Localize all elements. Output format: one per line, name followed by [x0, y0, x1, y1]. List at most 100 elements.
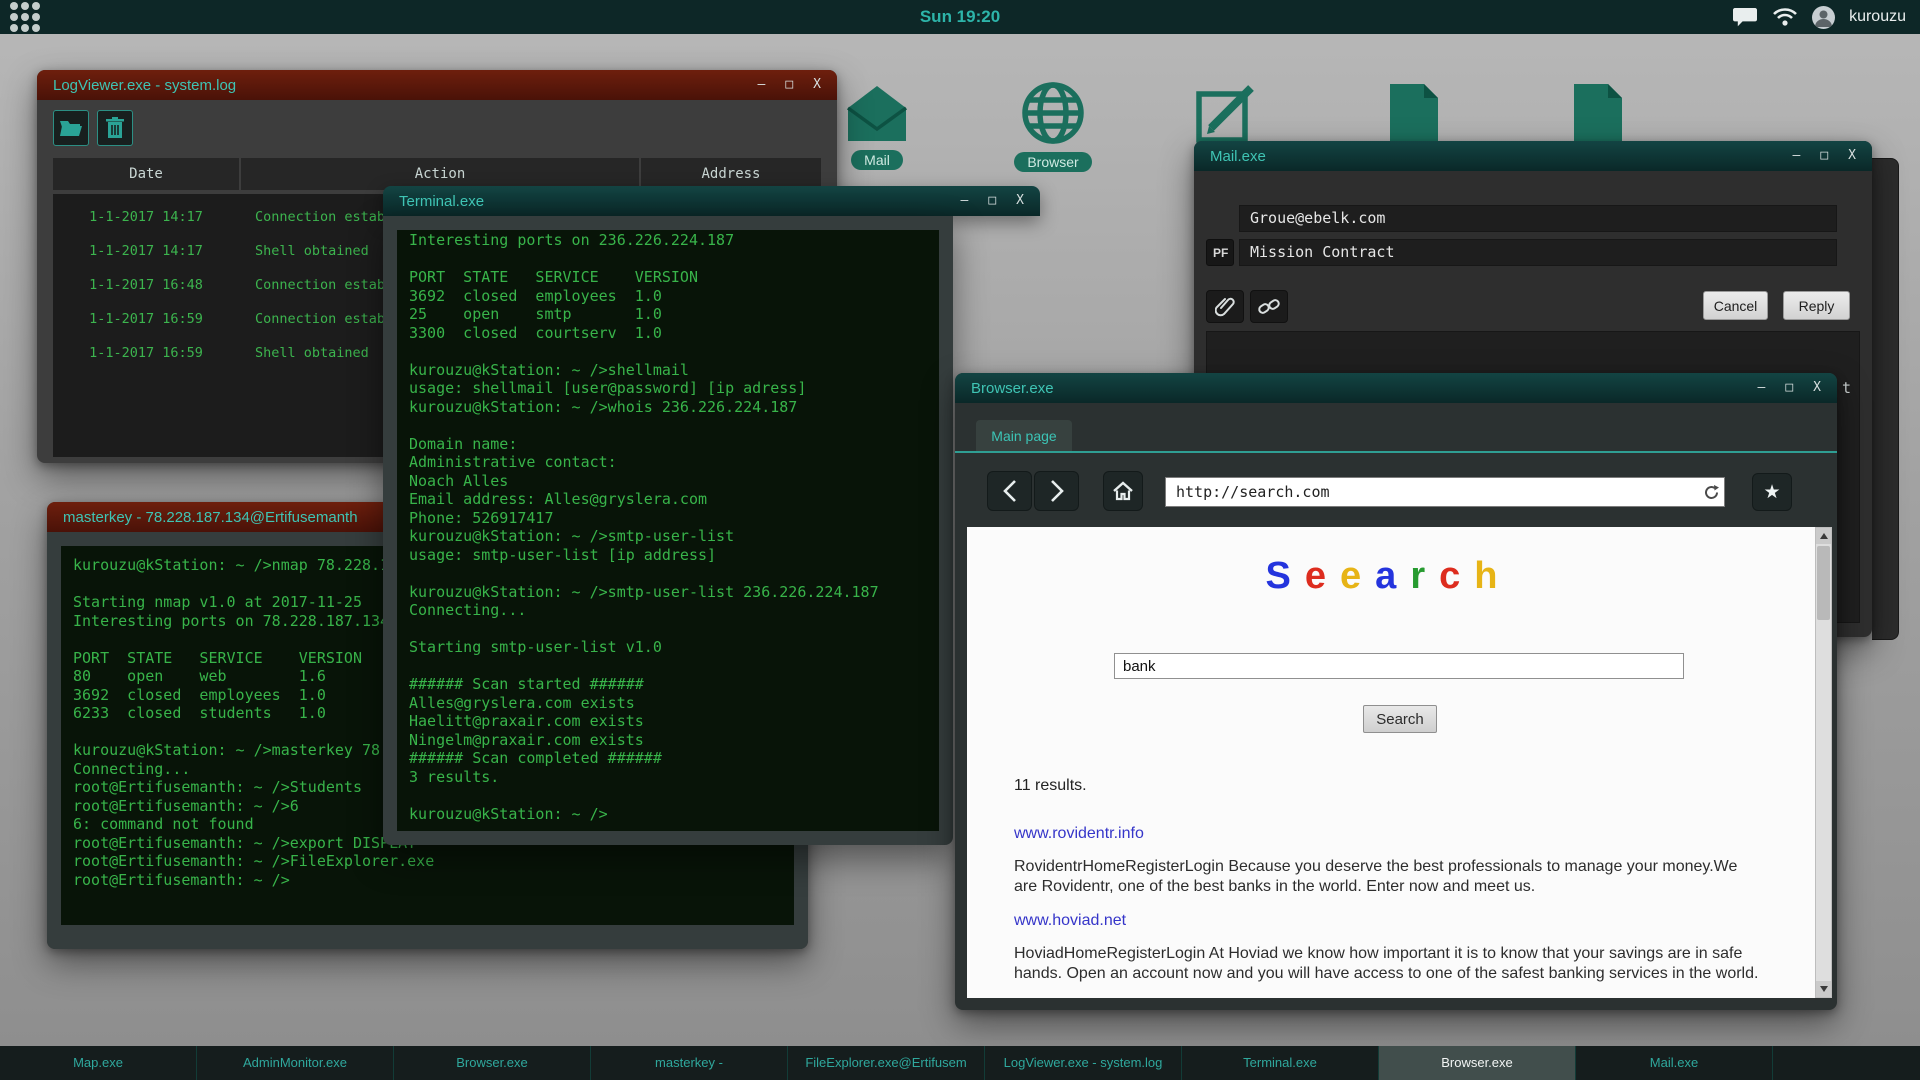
taskbar-item[interactable]: Browser.exe — [394, 1046, 591, 1080]
logo-letter: a — [1375, 555, 1398, 597]
attach-file-button[interactable] — [1206, 290, 1244, 323]
browser-window: Browser.exe – □ X Main page — [955, 373, 1837, 1010]
document-icon — [1388, 84, 1440, 144]
browser-page: Seearch Search 11 results. www.rovidentr… — [967, 527, 1815, 998]
minimize-button[interactable]: – — [1758, 373, 1766, 403]
pf-button[interactable]: PF — [1206, 239, 1234, 266]
mail-body-clipped-text: t — [1842, 379, 1851, 397]
minimize-button[interactable]: – — [961, 186, 969, 216]
address-bar — [1165, 477, 1725, 507]
taskbar-item[interactable]: masterkey - — [591, 1046, 788, 1080]
paperclip-icon — [1215, 296, 1235, 318]
terminal-window: Terminal.exe – □ X Interesting ports on … — [383, 186, 1040, 845]
log-action: Connection estab — [255, 268, 385, 302]
reload-icon[interactable] — [1698, 484, 1724, 501]
result-description: HoviadHomeRegisterLogin At Hoviad we kno… — [1014, 944, 1759, 983]
maximize-button[interactable]: □ — [988, 186, 996, 216]
close-button[interactable]: X — [1016, 186, 1024, 216]
home-button[interactable] — [1103, 471, 1143, 511]
column-header-date[interactable]: Date — [53, 158, 239, 190]
search-button[interactable]: Search — [1363, 705, 1437, 733]
search-input[interactable] — [1114, 653, 1684, 679]
background-window-edge[interactable] — [1872, 158, 1899, 640]
chevron-right-icon — [1048, 479, 1066, 503]
home-icon — [1112, 481, 1134, 501]
browser-toolbar: ★ — [955, 453, 1837, 527]
page-scrollbar[interactable] — [1815, 527, 1832, 998]
wifi-icon[interactable] — [1772, 7, 1798, 27]
minimize-button[interactable]: – — [758, 70, 766, 100]
results-count: 11 results. — [1014, 777, 1087, 795]
terminal-line: usage: smtp-user-list [ip address] — [409, 546, 927, 565]
close-button[interactable]: X — [1848, 141, 1856, 171]
taskbar-item[interactable]: Map.exe — [0, 1046, 197, 1080]
clock: Sun 19:20 — [0, 7, 1920, 27]
taskbar-item[interactable]: LogViewer.exe - system.log — [985, 1046, 1182, 1080]
log-action: Connection estab — [255, 200, 385, 234]
scroll-up-arrow[interactable] — [1816, 528, 1831, 544]
terminal-screen[interactable]: Interesting ports on 236.226.224.187 POR… — [397, 230, 939, 831]
maximize-button[interactable]: □ — [1785, 373, 1793, 403]
window-title: Mail.exe — [1210, 148, 1266, 165]
taskbar-item[interactable]: AdminMonitor.exe — [197, 1046, 394, 1080]
terminal-line: 3 results. — [409, 768, 927, 787]
close-button[interactable]: X — [1813, 373, 1821, 403]
taskbar-item[interactable]: Browser.exe — [1379, 1046, 1576, 1080]
log-date: 1-1-2017 14:17 — [53, 234, 239, 268]
terminal-line: Domain name: — [409, 435, 927, 454]
mail-subject-field[interactable]: Mission Contract — [1239, 239, 1837, 266]
taskbar-item[interactable]: Terminal.exe — [1182, 1046, 1379, 1080]
browser-titlebar[interactable]: Browser.exe – □ X — [955, 373, 1837, 403]
terminal-line — [409, 416, 927, 435]
delete-log-button[interactable] — [97, 110, 133, 146]
open-log-button[interactable] — [53, 110, 89, 146]
scroll-down-arrow[interactable] — [1816, 981, 1831, 997]
log-action: Shell obtained — [255, 336, 369, 370]
bookmark-button[interactable]: ★ — [1752, 473, 1792, 511]
window-title: LogViewer.exe - system.log — [53, 77, 236, 94]
window-title: masterkey - 78.228.187.134@Ertifusemanth — [63, 509, 358, 526]
scrollbar-thumb[interactable] — [1817, 546, 1830, 620]
attach-link-button[interactable] — [1250, 290, 1288, 323]
terminal-line: Email address: Alles@gryslera.com — [409, 490, 927, 509]
tab-main-page[interactable]: Main page — [976, 420, 1072, 451]
search-results: www.rovidentr.info RovidentrHomeRegisterL… — [1014, 811, 1774, 998]
result-link[interactable]: www.hoviad.net — [1014, 912, 1774, 930]
maximize-button[interactable]: □ — [785, 70, 793, 100]
result-description: RovidentrHomeRegisterLogin Because you d… — [1014, 857, 1759, 896]
logo-letter: h — [1474, 555, 1499, 597]
chevron-left-icon — [1001, 479, 1019, 503]
compose-icon — [1193, 80, 1265, 146]
terminal-line: 3300 closed courtserv 1.0 — [409, 324, 927, 343]
logviewer-titlebar[interactable]: LogViewer.exe - system.log – □ X — [37, 70, 837, 100]
minimize-button[interactable]: – — [1793, 141, 1801, 171]
url-input[interactable] — [1166, 482, 1698, 502]
close-button[interactable]: X — [813, 70, 821, 100]
terminal-line: ###### Scan started ###### — [409, 675, 927, 694]
terminal-line: kurouzu@kStation: ~ /> — [409, 805, 927, 824]
cancel-button[interactable]: Cancel — [1703, 291, 1768, 320]
mail-to-field[interactable]: Groue@ebelk.com — [1239, 205, 1837, 232]
desktop-icon-document-1[interactable] — [1372, 84, 1456, 144]
mail-titlebar[interactable]: Mail.exe – □ X — [1194, 141, 1872, 171]
user-avatar[interactable] — [1812, 6, 1835, 29]
taskbar-item[interactable]: FileExplorer.exe@Ertifusem — [788, 1046, 985, 1080]
forward-button[interactable] — [1034, 471, 1079, 511]
reply-button[interactable]: Reply — [1783, 291, 1850, 320]
logo-letter: r — [1410, 555, 1427, 597]
logo-letter: e — [1305, 555, 1328, 597]
mail-icon — [840, 82, 914, 144]
taskbar-item[interactable]: Mail.exe — [1576, 1046, 1773, 1080]
username-label: kurouzu — [1849, 8, 1906, 26]
terminal-line: kurouzu@kStation: ~ />smtp-user-list 236… — [409, 583, 927, 602]
desktop-icon-browser[interactable]: Browser — [1008, 80, 1098, 172]
chat-icon[interactable] — [1733, 7, 1758, 28]
maximize-button[interactable]: □ — [1820, 141, 1828, 171]
result-link[interactable]: www.rovidentr.info — [1014, 825, 1774, 843]
desktop-icon-document-2[interactable] — [1556, 84, 1640, 144]
desktop-icon-mail[interactable]: Mail — [832, 82, 922, 170]
desktop-icon-label: Mail — [851, 150, 903, 170]
terminal-titlebar[interactable]: Terminal.exe – □ X — [383, 186, 1040, 216]
back-button[interactable] — [987, 471, 1032, 511]
terminal-line — [409, 342, 927, 361]
